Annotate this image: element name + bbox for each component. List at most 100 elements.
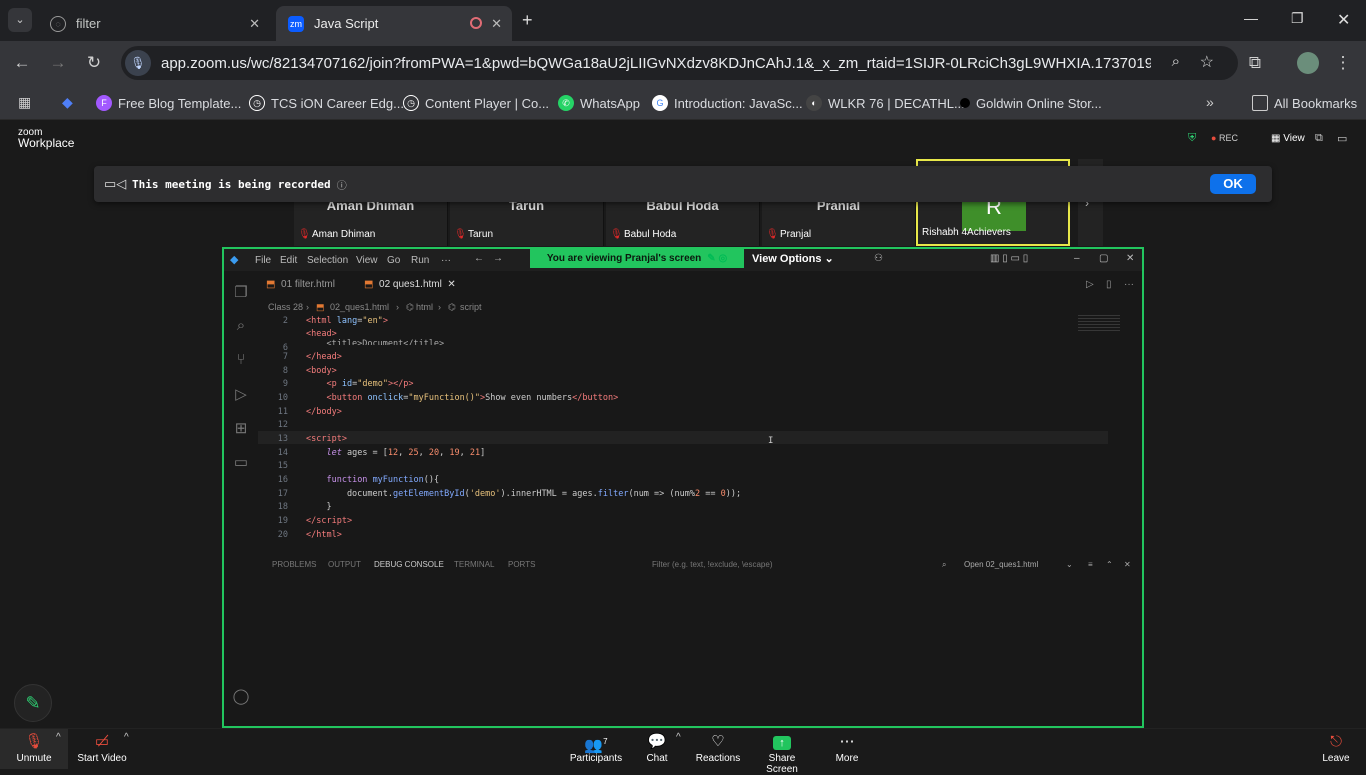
leave-button[interactable]: ⎋ Leave [1306,731,1366,764]
all-bookmarks[interactable]: All Bookmarks [1252,93,1357,113]
run-icon[interactable]: ▷ [1086,279,1094,290]
tab-01-filter[interactable]: ⬒ 01 filter.html [266,279,335,290]
copilot-icon[interactable]: ⚇ [874,253,883,264]
participant-tile[interactable]: Pranjal 🎙 Pranjal [762,198,916,246]
fullscreen-icon[interactable]: ▭ [1337,132,1347,145]
extensions-icon[interactable]: ⊞ [232,419,250,437]
menu-view[interactable]: View [356,255,378,266]
apps-icon[interactable]: ▦ [18,94,31,111]
panel-tab-output[interactable]: OUTPUT [328,560,361,569]
more-button[interactable]: ⋯ More [817,731,877,764]
tab-java-script[interactable]: zm Java Script ✕ [276,6,512,41]
unmute-button[interactable]: 🎙 Unmute [4,731,64,764]
editor-tabs: ⬒ 01 filter.html ⬒ 02 ques1.html ✕ ▷ ▯ ·… [258,271,1142,299]
chat-options-caret[interactable]: ^ [676,732,681,743]
restore-icon[interactable]: ❐ [1291,10,1304,27]
restore-icon[interactable]: ▢ [1099,253,1108,264]
search-icon[interactable]: ⌕ [232,317,250,335]
minimize-icon[interactable]: — [1244,10,1258,26]
panel-filter-input[interactable]: Filter (e.g. text, !exclude, \escape) [652,560,773,569]
bookmark-item[interactable]: Goldwin Online Stor... [960,93,1102,113]
close-icon[interactable]: ✕ [1126,253,1134,264]
nav-back-icon[interactable]: ← [474,253,484,264]
chevron-down-icon[interactable]: ⌄ [1066,560,1073,569]
address-bar[interactable]: 🎙 app.zoom.us/wc/82134707162/join?fromPW… [121,46,1238,80]
search-icon[interactable]: ⌕ [1172,53,1180,70]
folder-icon [1252,95,1268,111]
clear-icon[interactable]: ≡ [1088,560,1093,569]
more-actions-icon[interactable]: ··· [1124,279,1134,290]
bookmark-item[interactable]: ◷ Content Player | Co... [403,93,549,113]
start-video-button[interactable]: ▭̸ Start Video [72,731,132,764]
minimap[interactable] [1078,315,1120,333]
panel-tab-terminal[interactable]: TERMINAL [454,560,494,569]
split-editor-icon[interactable]: ▯ [1106,279,1112,290]
remote-icon[interactable]: ▭ [232,453,250,471]
more-bookmarks-icon[interactable]: » [1206,94,1214,110]
bookmark-item[interactable]: ◷ TCS iON Career Edg... [249,93,404,113]
bookmark-item[interactable]: G Introduction: JavaSc... [652,93,803,113]
participant-tile[interactable]: Tarun 🎙 Tarun [450,198,604,246]
menu-go[interactable]: Go [387,255,400,266]
code-line: let ages = [12, 25, 20, 19, 21] [326,448,486,458]
bookmark-star-icon[interactable]: ☆ [1200,52,1214,72]
view-button[interactable]: ▦ View [1271,133,1305,144]
back-icon[interactable]: ← [11,52,33,74]
info-icon[interactable]: ⓘ [337,177,347,192]
panel-tab-ports[interactable]: PORTS [508,560,535,569]
vscode-activity-bar: ❐ ⌕ ⑂ ▷ ⊞ ▭ ◯ [224,271,258,726]
viewing-banner: You are viewing Pranjal's screen ✎ ◎ [530,249,744,268]
nav-forward-icon[interactable]: → [493,253,503,264]
tab-02-ques1[interactable]: ⬒ 02 ques1.html ✕ [364,279,456,290]
code-line: </script> [306,516,353,526]
close-icon[interactable]: ✕ [249,16,260,32]
close-icon[interactable]: ✕ [491,16,502,32]
layers-icon[interactable]: ◆ [62,94,73,111]
audio-options-caret[interactable]: ^ [56,732,61,743]
view-options-button[interactable]: View Options ⌄ [752,252,834,265]
account-icon[interactable]: ◯ [232,687,250,705]
tab-search-button[interactable]: ⌄ [8,8,32,32]
menu-run[interactable]: Run [411,255,429,266]
site-info-icon[interactable]: 🎙 [125,50,151,76]
bookmark-item[interactable]: F Free Blog Template... [96,93,241,113]
bookmark-item[interactable]: ✆ WhatsApp [558,93,640,113]
forward-icon[interactable]: → [47,52,69,74]
run-debug-icon[interactable]: ▷ [232,385,250,403]
participant-tile[interactable]: Babul Hoda 🎙 Babul Hoda [606,198,760,246]
heart-icon: ♡ [711,733,725,750]
code-editor[interactable]: 2 6 7 8 9 10 11 12 13 14 15 16 17 18 19 … [258,315,1142,551]
tab-title: filter [76,16,101,31]
bookmark-item[interactable]: ◐ WLKR 76 | DECATHL... [806,93,965,113]
popout-icon[interactable]: ⧉ [1315,132,1323,145]
layout-icon[interactable]: ▥ ▯ ▭ ▯ [990,253,1028,264]
panel-tab-problems[interactable]: PROBLEMS [272,560,316,569]
profile-avatar[interactable] [1297,52,1319,74]
window-close-icon[interactable]: ✕ [1337,10,1350,30]
menu-more[interactable]: ··· [441,255,451,266]
maximize-panel-icon[interactable]: ⌃ [1106,560,1113,569]
menu-selection[interactable]: Selection [307,255,348,266]
share-screen-button[interactable]: ↑ Share Screen [752,731,812,775]
pin-icon: ✎ ◎ [707,253,728,264]
tab-filter[interactable]: ◌ filter ✕ [38,6,270,41]
source-control-icon[interactable]: ⑂ [232,351,250,369]
reload-icon[interactable]: ↻ [83,52,105,74]
minimize-icon[interactable]: – [1074,253,1080,264]
close-panel-icon[interactable]: ✕ [1124,560,1131,569]
participants-button[interactable]: 👥7 Participants [566,731,626,764]
video-off-icon: ▭̸ [94,733,110,750]
extensions-icon[interactable]: ⧉ [1244,52,1266,74]
ok-button[interactable]: OK [1210,174,1256,194]
menu-icon[interactable]: ⋮ [1332,52,1354,74]
video-options-caret[interactable]: ^ [124,732,129,743]
new-tab-button[interactable]: + [522,10,533,31]
menu-file[interactable]: File [255,255,271,266]
panel-open-file[interactable]: Open 02_ques1.html [964,560,1038,569]
panel-tab-debug-console[interactable]: DEBUG CONSOLE [374,560,444,569]
reactions-button[interactable]: ♡ Reactions [688,731,748,764]
explorer-icon[interactable]: ❐ [232,283,250,301]
menu-edit[interactable]: Edit [280,255,297,266]
participant-tile[interactable]: Aman Dhiman 🎙 Aman Dhiman [294,198,448,246]
annotate-pen-button[interactable]: ✎ [14,684,52,722]
